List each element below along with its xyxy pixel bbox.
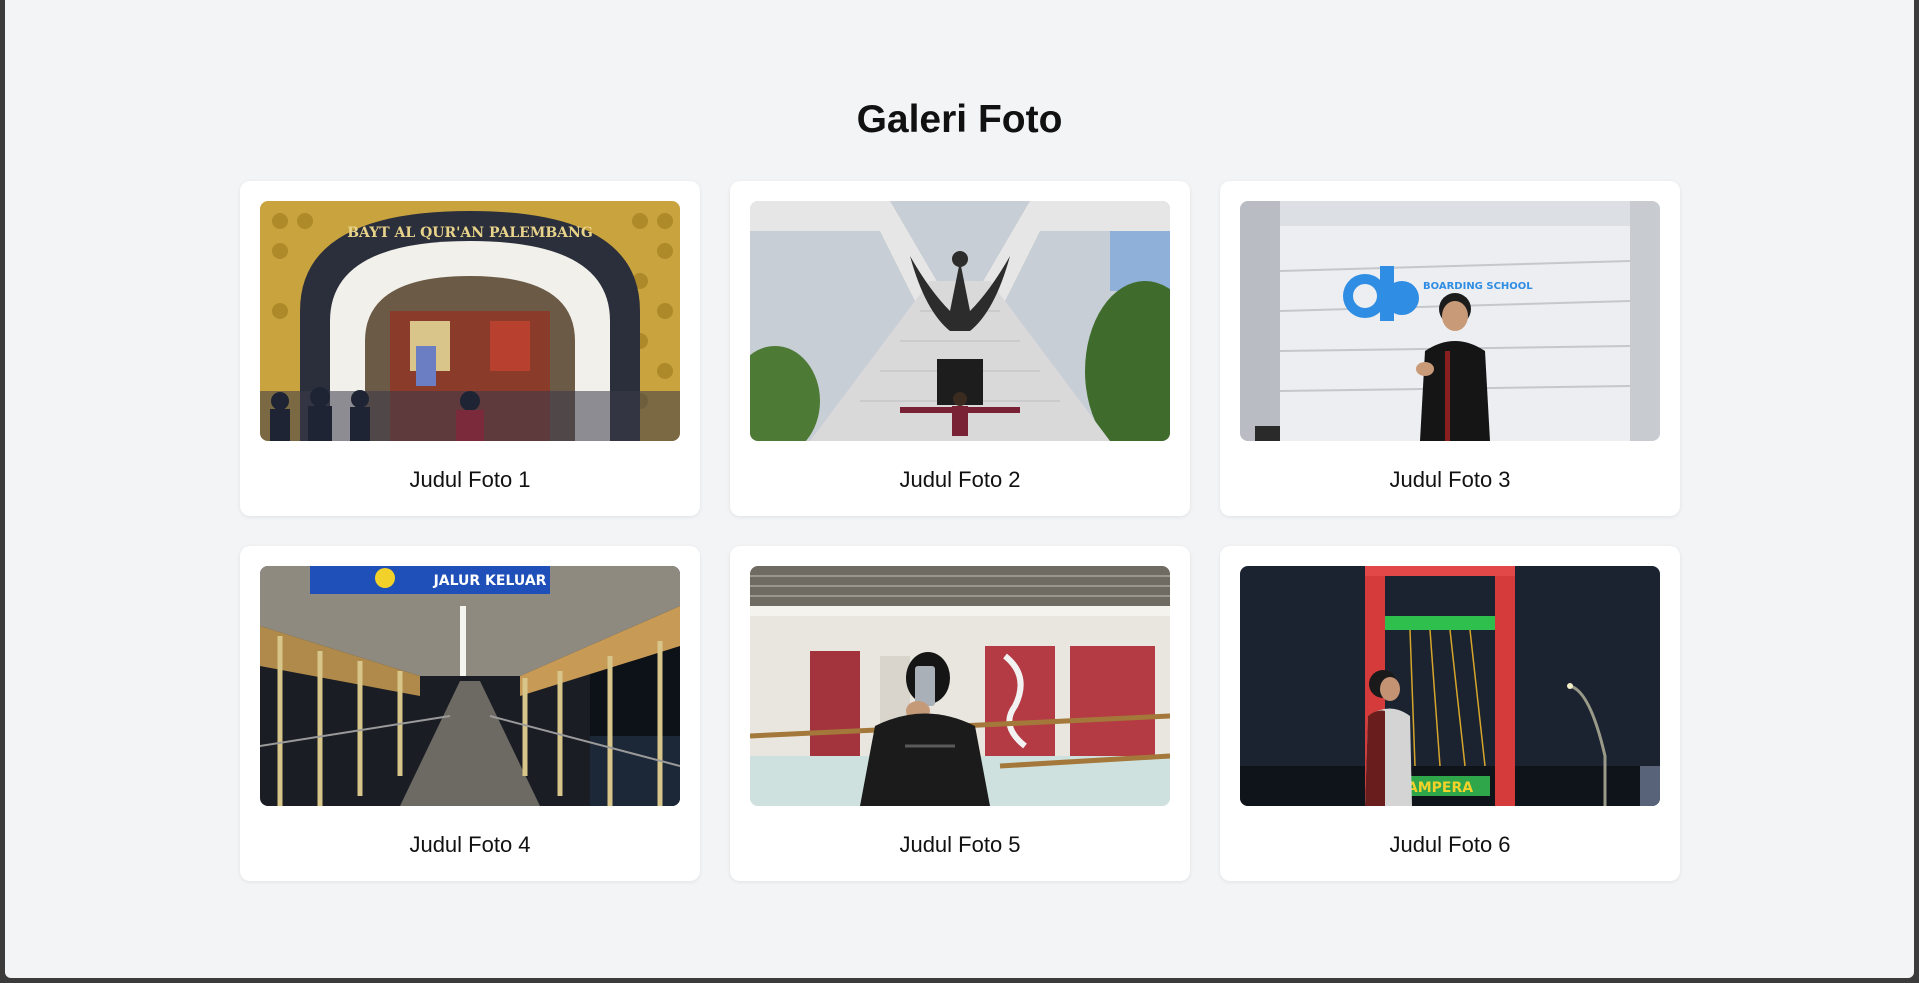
gallery-card-4[interactable]: JALUR KELUAR Judul Foto 4 xyxy=(240,546,700,881)
gallery-card-6[interactable]: AMPERA Judul Foto 6 xyxy=(1220,546,1680,881)
gallery-card-2[interactable]: Judul Foto 2 xyxy=(730,181,1190,516)
gallery-caption-4: Judul Foto 4 xyxy=(409,832,531,857)
gallery-caption-6: Judul Foto 6 xyxy=(1389,832,1511,857)
photo-mirror-selfie xyxy=(750,566,1170,806)
gallery-photo-4[interactable]: JALUR KELUAR xyxy=(260,566,680,806)
photo-6-sign-text: AMPERA xyxy=(1407,780,1473,796)
photo-1-sign-text: BAYT AL QUR'AN PALEMBANG xyxy=(347,225,593,241)
photo-gallery: BAYT AL QUR'AN PALEMBANG Judul Foto 1 Ju… xyxy=(240,181,1680,881)
gallery-photo-2[interactable] xyxy=(750,201,1170,441)
gallery-card-3[interactable]: BOARDING SCHOOL Judul Foto 3 xyxy=(1220,181,1680,516)
photo-3-sign-text: BOARDING SCHOOL xyxy=(1423,281,1533,292)
page-title: Galeri Foto xyxy=(856,98,1063,141)
gallery-photo-1[interactable]: BAYT AL QUR'AN PALEMBANG xyxy=(260,201,680,441)
gallery-photo-6[interactable]: AMPERA xyxy=(1240,566,1660,806)
gallery-caption-2: Judul Foto 2 xyxy=(899,467,1021,492)
photo-mosque-gate: BAYT AL QUR'AN PALEMBANG xyxy=(260,201,680,441)
photo-garuda-monument xyxy=(750,201,1170,441)
gallery-caption-1: Judul Foto 1 xyxy=(409,467,531,492)
gallery-photo-3[interactable]: BOARDING SCHOOL xyxy=(1240,201,1660,441)
photo-4-sign-text: JALUR KELUAR xyxy=(433,573,547,589)
page-viewport: Galeri Foto BAYT AL QUR'AN PALEMBANG Jud… xyxy=(5,0,1914,978)
photo-school-sign: BOARDING SCHOOL xyxy=(1240,201,1660,441)
photo-pier-walkway: JALUR KELUAR xyxy=(260,566,680,806)
gallery-caption-3: Judul Foto 3 xyxy=(1389,467,1511,492)
photo-ampera-bridge: AMPERA xyxy=(1240,566,1660,806)
gallery-photo-5[interactable] xyxy=(750,566,1170,806)
gallery-caption-5: Judul Foto 5 xyxy=(899,832,1021,857)
gallery-card-1[interactable]: BAYT AL QUR'AN PALEMBANG Judul Foto 1 xyxy=(240,181,700,516)
gallery-card-5[interactable]: Judul Foto 5 xyxy=(730,546,1190,881)
